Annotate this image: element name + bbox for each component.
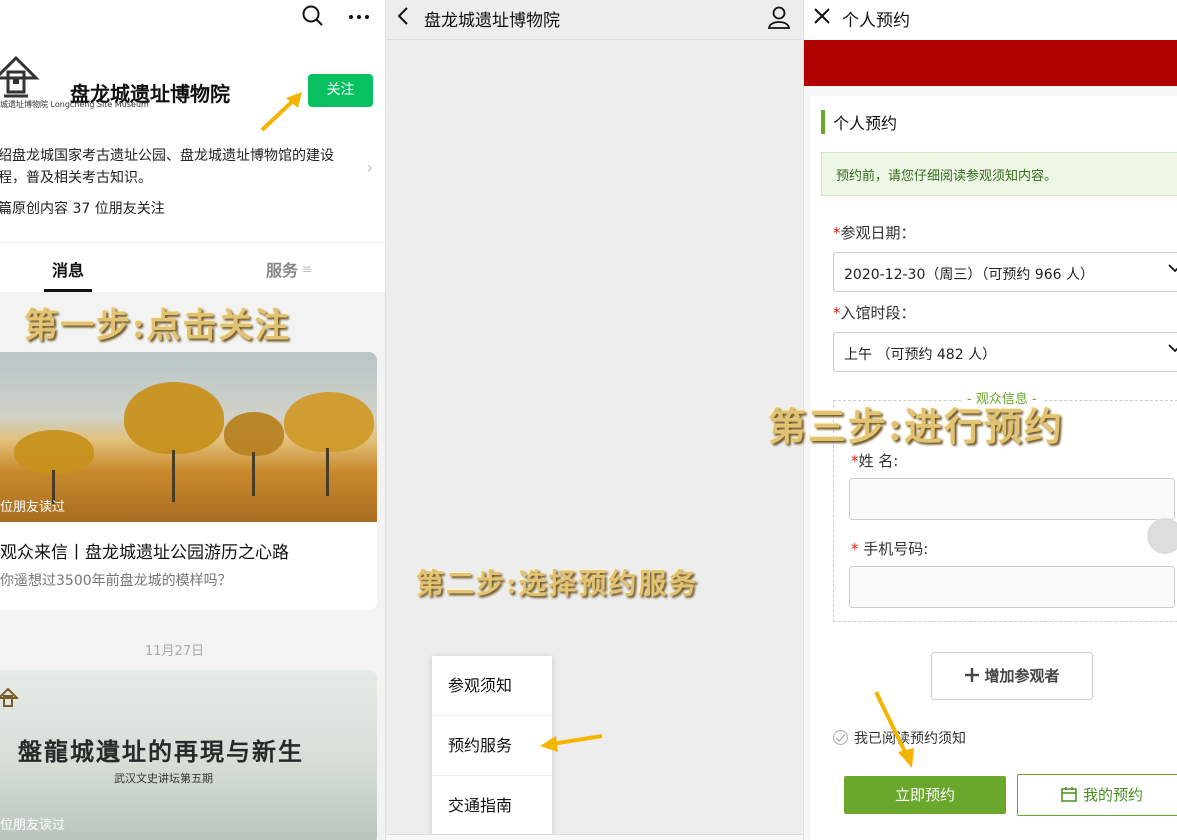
more-icon[interactable] bbox=[347, 4, 371, 28]
official-account-panel: 龙城遗址博物院 Longcheng Site Museum 盘龙城遗址博物院 关… bbox=[0, 0, 385, 840]
cover-title: 盤龍城遺址的再現与新生 bbox=[18, 737, 304, 766]
arrow-icon bbox=[874, 691, 914, 768]
read-count: 位朋友读过 bbox=[0, 500, 66, 515]
chevron-down-icon bbox=[1168, 344, 1177, 353]
booking-title: 个人预约 bbox=[842, 11, 910, 31]
tab-services[interactable]: 服务 bbox=[266, 257, 298, 281]
arrow-icon bbox=[260, 92, 302, 132]
account-intro: 绍盘龙城国家考古遗址公园、盘龙城遗址博物馆的建设 程，普及相关考古知识。 bbox=[0, 145, 358, 189]
step-three-caption: 第三步:进行预约 bbox=[768, 404, 1065, 449]
article-summary: 你遥想过3500年前盘龙城的模样吗？ bbox=[0, 573, 232, 589]
search-icon[interactable] bbox=[301, 4, 325, 28]
add-visitor-button[interactable]: 增加参观者 bbox=[931, 652, 1093, 700]
service-menu: 参观须知 预约服务 交通指南 bbox=[432, 656, 552, 836]
message-date: 11月27日 bbox=[145, 644, 205, 659]
menu-icon: ≡ bbox=[302, 262, 313, 276]
my-booking-button[interactable]: 我的预约 bbox=[1017, 774, 1177, 816]
visit-date-select[interactable]: 2020-12-30（周三）（可预约 966 人） bbox=[833, 252, 1177, 292]
phone-label: * 手机号码: bbox=[851, 540, 929, 558]
close-icon[interactable] bbox=[812, 6, 832, 26]
book-now-button[interactable]: 立即预约 bbox=[844, 776, 1006, 814]
intro-line-1: 绍盘龙城国家考古遗址公园、盘龙城遗址博物馆的建设 bbox=[0, 148, 334, 164]
article-card[interactable]: 盤龍城遺址的再現与新生 武汉文史讲坛第五期 位朋友读过 bbox=[0, 670, 377, 840]
account-tabs: 消息 服务 ≡ bbox=[0, 242, 385, 292]
name-input[interactable] bbox=[849, 478, 1175, 520]
booking-header: 个人预约 bbox=[804, 0, 1177, 40]
account-name: 盘龙城遗址博物院 bbox=[70, 82, 230, 106]
time-slot-select[interactable]: 上午 （可预约 482 人） bbox=[833, 332, 1177, 372]
follow-button[interactable]: 关注 bbox=[308, 74, 373, 107]
check-circle-icon bbox=[833, 730, 848, 745]
user-icon[interactable] bbox=[766, 4, 792, 30]
next-circle-icon bbox=[1147, 518, 1177, 554]
account-stats: 篇原创内容 37 位朋友关注 bbox=[0, 201, 165, 217]
logo-icon bbox=[0, 688, 18, 707]
chat-title: 盘龙城遗址博物院 bbox=[424, 11, 560, 31]
account-logo: 龙城遗址博物院 Longcheng Site Museum bbox=[0, 55, 149, 116]
time-slot-label: *入馆时段： bbox=[833, 304, 916, 322]
chevron-down-icon bbox=[1168, 264, 1177, 273]
intro-line-2: 程，普及相关考古知识。 bbox=[0, 170, 152, 186]
chevron-right-icon[interactable]: › bbox=[367, 158, 373, 177]
menu-item-traffic-guide[interactable]: 交通指南 bbox=[432, 776, 552, 836]
step-one-caption: 第一步:点击关注 bbox=[24, 306, 291, 346]
chat-header: 盘龙城遗址博物院 bbox=[386, 0, 803, 40]
calendar-icon bbox=[1061, 787, 1077, 802]
section-title: 个人预约 bbox=[833, 114, 898, 133]
arrow-icon bbox=[540, 734, 603, 752]
booking-form: 个人预约 预约前，请您仔细阅读参观须知内容。 *参观日期： 2020-12-30… bbox=[811, 96, 1177, 840]
tab-messages[interactable]: 消息 bbox=[52, 257, 84, 281]
active-tab-indicator bbox=[44, 289, 92, 292]
back-icon[interactable] bbox=[394, 4, 412, 28]
cover-subtitle: 武汉文史讲坛第五期 bbox=[114, 772, 213, 785]
menu-item-visit-notice[interactable]: 参观须知 bbox=[432, 656, 552, 716]
article-card[interactable]: 位朋友读过 观众来信丨盘龙城遗址公园游历之心路 你遥想过3500年前盘龙城的模样… bbox=[0, 352, 377, 610]
step-two-caption: 第二步:选择预约服务 bbox=[416, 567, 699, 600]
bottom-bar bbox=[386, 834, 803, 840]
article-cover-image: 位朋友读过 bbox=[0, 352, 377, 522]
booking-notice: 预约前，请您仔细阅读参观须知内容。 bbox=[821, 152, 1177, 196]
plus-icon bbox=[965, 668, 980, 682]
menu-item-booking-service[interactable]: 预约服务 bbox=[432, 716, 552, 776]
name-label: *姓 名: bbox=[851, 452, 899, 470]
section-marker bbox=[821, 110, 825, 134]
header-banner bbox=[804, 40, 1177, 86]
read-count: 位朋友读过 bbox=[0, 818, 66, 833]
account-header: 龙城遗址博物院 Longcheng Site Museum 盘龙城遗址博物院 关… bbox=[0, 0, 385, 242]
account-chat-panel: 盘龙城遗址博物院 参观须知 预约服务 交通指南 bbox=[385, 0, 803, 840]
visit-date-label: *参观日期： bbox=[833, 224, 916, 242]
article-cover-image: 盤龍城遺址的再現与新生 武汉文史讲坛第五期 位朋友读过 bbox=[0, 670, 377, 840]
phone-input[interactable] bbox=[849, 566, 1175, 608]
article-title: 观众来信丨盘龙城遗址公园游历之心路 bbox=[0, 543, 289, 563]
